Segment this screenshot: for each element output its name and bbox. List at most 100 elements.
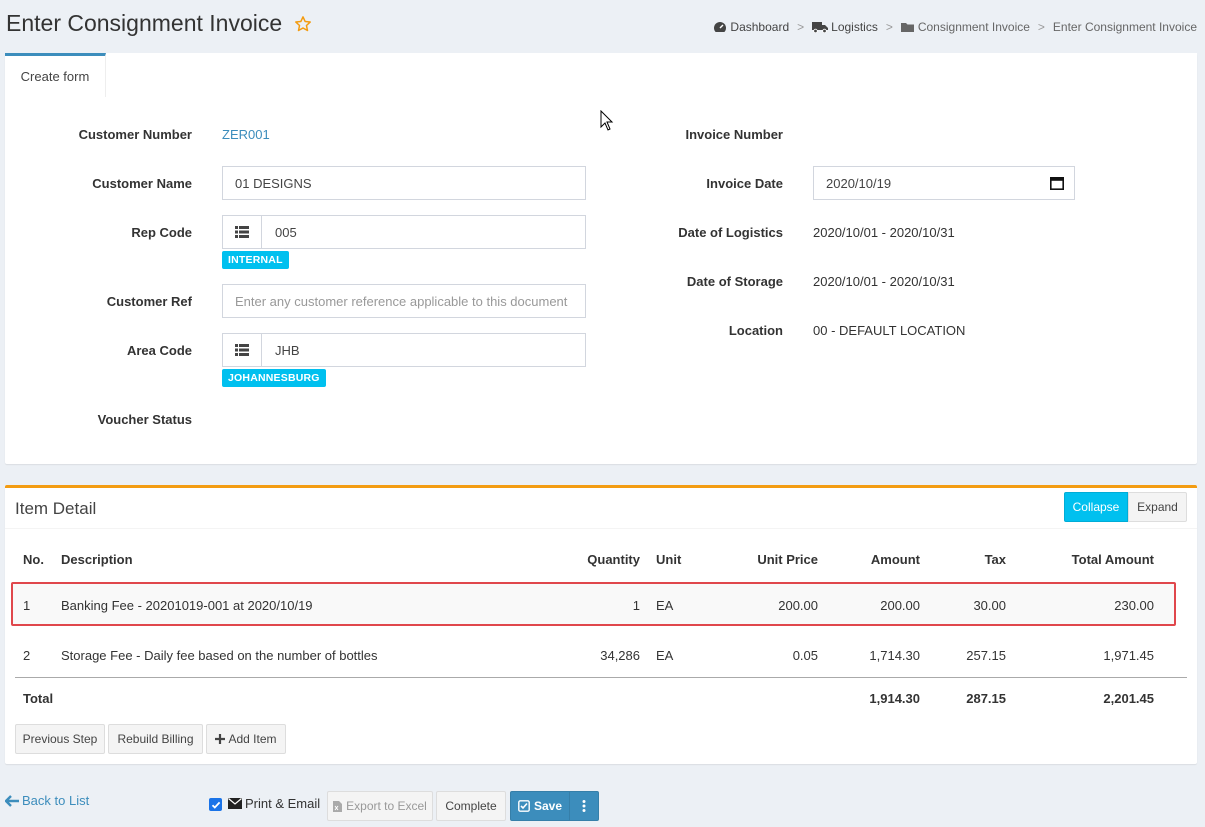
- page-header: Enter Consignment Invoice: [6, 10, 312, 37]
- list-icon[interactable]: [223, 216, 262, 248]
- invoice-date-label: Invoice Date: [706, 176, 783, 191]
- add-item-button[interactable]: Add Item: [206, 724, 286, 754]
- rep-code-field[interactable]: 005: [222, 215, 586, 249]
- cell-description: Banking Fee - 20201019-001 at 2020/10/19: [61, 598, 313, 613]
- breadcrumb-separator: >: [885, 20, 893, 34]
- cell-quantity: 1: [632, 598, 640, 613]
- rep-code-badge: INTERNAL: [222, 251, 289, 269]
- col-no: No.: [23, 552, 44, 567]
- breadcrumb-label: Dashboard: [730, 20, 790, 34]
- col-amount: Amount: [870, 552, 920, 567]
- invoice-date-value: 2020/10/19: [826, 175, 892, 191]
- list-icon[interactable]: [223, 334, 262, 366]
- tab-bar: Create form: [5, 53, 1197, 97]
- area-code-value: JHB: [275, 342, 300, 358]
- total-grand: 2,201.45: [1103, 691, 1154, 706]
- more-options-button[interactable]: [569, 791, 599, 821]
- print-email-label[interactable]: Print & Email: [228, 796, 320, 811]
- cell-tax: 257.15: [966, 648, 1006, 663]
- cell-amount: 200.00: [880, 598, 920, 613]
- cell-total-amount: 1,971.45: [1103, 648, 1154, 663]
- date-of-storage-value: 2020/10/01 - 2020/10/31: [813, 274, 955, 289]
- col-quantity: Quantity: [587, 552, 640, 567]
- breadcrumb: Dashboard > Logistics > Consignment Invo…: [713, 20, 1197, 34]
- cell-unit: EA: [656, 648, 674, 663]
- total-amount: 1,914.30: [869, 691, 920, 706]
- col-description: Description: [61, 552, 133, 567]
- customer-number-link[interactable]: ZER001: [222, 127, 270, 142]
- export-excel-label: Export to Excel: [346, 799, 427, 813]
- invoice-date-input[interactable]: 2020/10/19: [813, 166, 1075, 200]
- cell-unit-price: 200.00: [778, 598, 818, 613]
- collapse-button[interactable]: Collapse: [1064, 492, 1128, 522]
- dashboard-icon: [713, 21, 727, 33]
- print-email-checkbox[interactable]: [209, 798, 222, 811]
- cell-tax: 30.00: [973, 598, 1006, 613]
- cell-description: Storage Fee - Daily fee based on the num…: [61, 648, 378, 663]
- customer-name-label: Customer Name: [92, 176, 192, 191]
- breadcrumb-current: Enter Consignment Invoice: [1052, 20, 1197, 34]
- col-unit-price: Unit Price: [757, 552, 818, 567]
- total-label: Total: [23, 691, 54, 706]
- expand-button[interactable]: Expand: [1128, 492, 1187, 522]
- invoice-number-label: Invoice Number: [685, 127, 783, 142]
- page-title: Enter Consignment Invoice: [6, 10, 283, 36]
- total-tax: 287.15: [966, 691, 1006, 706]
- voucher-status-label: Voucher Status: [97, 412, 192, 427]
- location-value: 00 - DEFAULT LOCATION: [813, 323, 966, 338]
- cell-no: 1: [23, 598, 31, 613]
- customer-ref-input[interactable]: Enter any customer reference applicable …: [222, 284, 586, 318]
- breadcrumb-dashboard[interactable]: Dashboard: [713, 20, 789, 34]
- col-unit: Unit: [656, 552, 682, 567]
- arrow-left-icon: [5, 794, 19, 807]
- area-code-field[interactable]: JHB: [222, 333, 586, 367]
- envelope-icon: [228, 798, 242, 809]
- mouse-cursor-icon: [600, 109, 614, 132]
- print-email-text: Print & Email: [245, 796, 321, 811]
- save-button[interactable]: Save: [510, 791, 570, 821]
- excel-file-icon: [333, 800, 343, 812]
- breadcrumb-label: Logistics: [831, 20, 878, 34]
- date-of-logistics-value: 2020/10/01 - 2020/10/31: [813, 225, 955, 240]
- col-tax: Tax: [984, 552, 1006, 567]
- complete-button[interactable]: Complete: [436, 791, 506, 821]
- area-code-badge: JOHANNESBURG: [222, 369, 326, 387]
- cell-no: 2: [23, 648, 31, 663]
- tab-create-form[interactable]: Create form: [5, 53, 106, 97]
- breadcrumb-logistics[interactable]: Logistics: [812, 20, 878, 34]
- back-to-list-link[interactable]: Back to List: [5, 793, 89, 808]
- cell-amount: 1,714.30: [869, 648, 920, 663]
- breadcrumb-separator: >: [1037, 20, 1045, 34]
- customer-number-label: Customer Number: [78, 127, 192, 142]
- vertical-ellipsis-icon: [582, 800, 586, 812]
- item-detail-box: Item Detail Collapse Expand No. Descript…: [5, 485, 1197, 764]
- cell-quantity: 34,286: [600, 648, 640, 663]
- date-of-storage-label: Date of Storage: [686, 274, 783, 289]
- rebuild-billing-button[interactable]: Rebuild Billing: [108, 724, 203, 754]
- add-item-label: Add Item: [228, 732, 277, 746]
- location-label: Location: [728, 323, 783, 338]
- item-detail-title: Item Detail: [15, 499, 97, 518]
- customer-name-input[interactable]: 01 DESIGNS: [222, 166, 586, 200]
- previous-step-button[interactable]: Previous Step: [15, 724, 105, 754]
- rep-code-value: 005: [275, 224, 297, 240]
- col-total-amount: Total Amount: [1071, 552, 1154, 567]
- rep-code-label: Rep Code: [131, 225, 192, 240]
- plus-icon: [215, 734, 226, 744]
- cell-unit-price: 0.05: [792, 648, 818, 663]
- breadcrumb-consignment-invoice[interactable]: Consignment Invoice: [900, 20, 1030, 34]
- save-label: Save: [533, 799, 563, 813]
- folder-icon: [900, 21, 915, 33]
- cell-unit: EA: [656, 598, 674, 613]
- star-icon[interactable]: [294, 15, 312, 33]
- cell-total-amount: 230.00: [1114, 598, 1154, 613]
- date-of-logistics-label: Date of Logistics: [678, 225, 783, 240]
- customer-ref-label: Customer Ref: [106, 294, 192, 309]
- back-to-list-label: Back to List: [22, 793, 90, 808]
- calendar-icon[interactable]: [1050, 176, 1064, 190]
- breadcrumb-separator: >: [797, 20, 805, 34]
- truck-icon: [812, 21, 829, 34]
- area-code-label: Area Code: [126, 343, 192, 358]
- export-excel-button[interactable]: Export to Excel: [327, 791, 433, 821]
- breadcrumb-label: Consignment Invoice: [917, 20, 1030, 34]
